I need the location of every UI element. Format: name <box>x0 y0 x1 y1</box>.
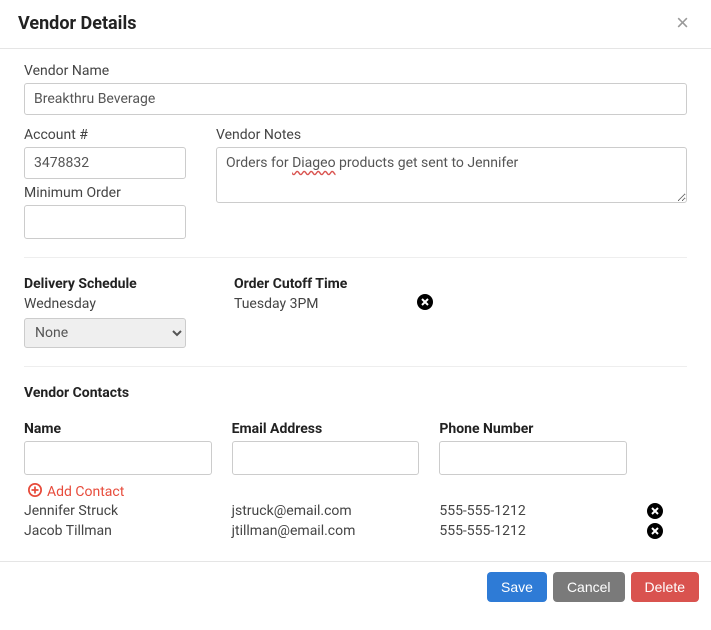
vendor-name-label: Vendor Name <box>24 63 687 79</box>
contacts-heading: Vendor Contacts <box>24 385 687 401</box>
notes-text-prefix: Orders for <box>226 155 292 171</box>
remove-contact-icon[interactable] <box>647 503 663 519</box>
save-button[interactable]: Save <box>487 572 547 602</box>
contacts-col-name: Name <box>24 421 212 437</box>
vendor-notes-group: Vendor Notes Orders for Diageo products … <box>216 127 687 239</box>
vendor-name-group: Vendor Name <box>24 63 687 115</box>
contact-email-cell: jtillman@email.com <box>232 521 420 541</box>
contact-name-cell: Jacob Tillman <box>24 521 212 541</box>
close-icon[interactable]: × <box>672 12 693 34</box>
vendor-notes-input[interactable]: Orders for Diageo products get sent to J… <box>216 147 687 203</box>
contact-email-cell: jstruck@email.com <box>232 501 420 521</box>
delivery-section: Delivery Schedule Wednesday None Order C… <box>24 276 687 367</box>
delivery-schedule-select[interactable]: None <box>24 318 186 348</box>
notes-text-suffix: products get sent to Jennifer <box>336 155 519 171</box>
remove-contact-icon[interactable] <box>647 523 663 539</box>
modal-footer: Save Cancel Delete <box>0 561 711 612</box>
delivery-schedule-day: Wednesday <box>24 296 204 312</box>
remove-cutoff-icon[interactable] <box>417 294 433 310</box>
contact-phone-cell: 555-555-1212 <box>439 501 627 521</box>
contact-phone-input[interactable] <box>439 441 627 475</box>
modal-header: Vendor Details × <box>0 0 711 49</box>
account-col: Account # Minimum Order <box>24 127 186 239</box>
contact-email-input[interactable] <box>232 441 420 475</box>
vendor-name-input[interactable] <box>24 83 687 115</box>
cutoff-value: Tuesday 3PM <box>234 296 347 312</box>
contacts-col-email: Email Address <box>232 421 420 437</box>
modal-body: Vendor Name Account # Minimum Order <box>0 49 711 561</box>
contact-name-cell: Jennifer Struck <box>24 501 212 521</box>
plus-circle-icon <box>28 483 42 501</box>
account-number-input[interactable] <box>24 147 186 179</box>
cutoff-col: Order Cutoff Time Tuesday 3PM <box>234 276 687 312</box>
vendor-info-section: Vendor Name Account # Minimum Order <box>24 63 687 258</box>
contacts-col-phone: Phone Number <box>439 421 627 437</box>
contacts-section: Vendor Contacts Name Email Address Phone… <box>24 385 687 541</box>
delivery-schedule-col: Delivery Schedule Wednesday None <box>24 276 204 348</box>
delete-button[interactable]: Delete <box>631 572 699 602</box>
minimum-order-input[interactable] <box>24 205 186 239</box>
cutoff-label: Order Cutoff Time <box>234 276 347 292</box>
cancel-button[interactable]: Cancel <box>553 572 625 602</box>
add-contact-link[interactable]: Add Contact <box>24 483 687 501</box>
delivery-schedule-label: Delivery Schedule <box>24 276 204 292</box>
minimum-order-label: Minimum Order <box>24 185 186 201</box>
notes-misspelled-word: Diageo <box>292 155 335 171</box>
modal-title: Vendor Details <box>18 13 136 34</box>
add-contact-label: Add Contact <box>47 484 124 500</box>
contact-phone-cell: 555-555-1212 <box>439 521 627 541</box>
account-number-label: Account # <box>24 127 186 143</box>
contact-name-input[interactable] <box>24 441 212 475</box>
vendor-details-modal: Vendor Details × Vendor Name Account # M… <box>0 0 711 612</box>
vendor-notes-label: Vendor Notes <box>216 127 687 143</box>
